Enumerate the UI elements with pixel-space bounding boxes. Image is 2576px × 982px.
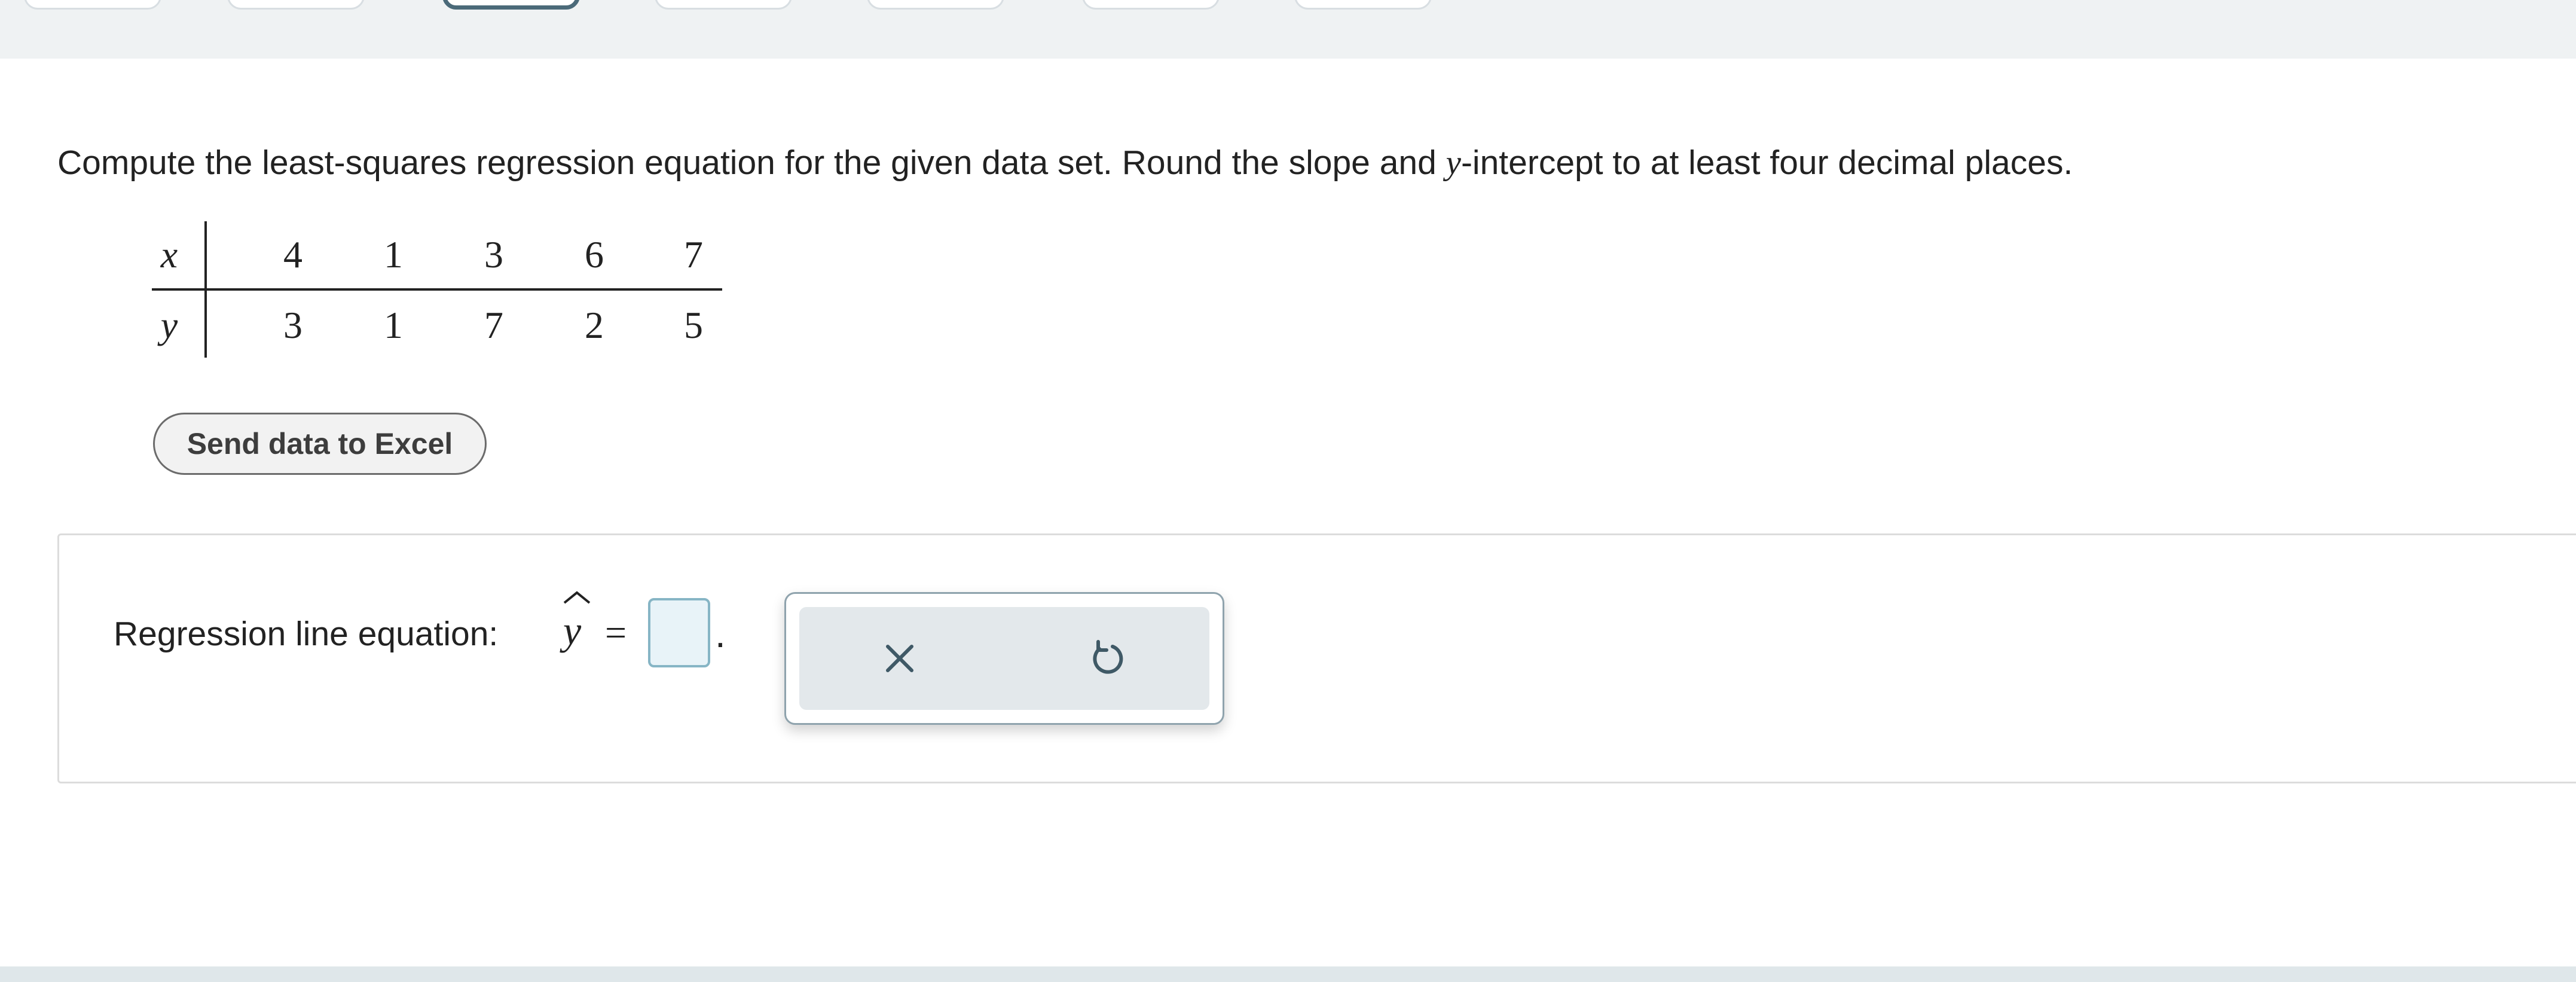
x-value: 7 xyxy=(684,233,703,276)
y-hat-symbol: y xyxy=(556,590,598,661)
x-value: 3 xyxy=(484,233,503,276)
undo-icon xyxy=(1093,640,1123,674)
question-text-part: -intercept to at least four decimal plac… xyxy=(1460,144,2073,182)
y-value: 5 xyxy=(684,304,703,346)
y-value: 3 xyxy=(283,304,302,346)
question-navigation-bar xyxy=(0,0,2576,59)
bottom-bar xyxy=(0,966,2576,982)
math-tool-panel xyxy=(784,592,1224,725)
question-text-part: Compute the least-squares regression equ… xyxy=(57,144,1446,182)
send-data-to-excel-button[interactable]: Send data to Excel xyxy=(153,413,487,475)
undo-button[interactable] xyxy=(1084,635,1132,682)
nav-question-button[interactable] xyxy=(1082,0,1220,10)
nav-question-button-current[interactable] xyxy=(442,0,580,10)
question-text: Compute the least-squares regression equ… xyxy=(57,139,2073,187)
row-label-y: y xyxy=(160,304,178,346)
equation-period: . xyxy=(715,612,726,655)
question-variable: y xyxy=(1446,144,1461,182)
x-value: 4 xyxy=(283,233,302,276)
x-value: 6 xyxy=(585,233,604,276)
tool-button-strip xyxy=(799,607,1209,710)
nav-question-button[interactable] xyxy=(655,0,792,10)
answer-area xyxy=(57,533,2576,783)
hat-accent-icon xyxy=(563,591,591,604)
clear-button[interactable] xyxy=(876,635,924,682)
table-divider-horizontal xyxy=(152,288,722,291)
row-label-x: x xyxy=(160,233,178,276)
y-value: 7 xyxy=(484,304,503,346)
equals-sign: = xyxy=(605,611,627,654)
x-icon xyxy=(886,645,913,672)
y-value: 2 xyxy=(585,304,604,346)
nav-question-button[interactable] xyxy=(227,0,365,10)
regression-line-label: Regression line equation: xyxy=(114,615,499,653)
regression-equation-input[interactable] xyxy=(648,598,710,667)
x-value: 1 xyxy=(384,233,403,276)
y-hat-variable: y xyxy=(563,608,582,653)
nav-question-button[interactable] xyxy=(867,0,1004,10)
y-value: 1 xyxy=(384,304,403,346)
data-table: x 4 1 3 6 7 y 3 1 7 2 5 xyxy=(142,221,722,358)
nav-question-button[interactable] xyxy=(1294,0,1432,10)
nav-question-button[interactable] xyxy=(24,0,161,10)
